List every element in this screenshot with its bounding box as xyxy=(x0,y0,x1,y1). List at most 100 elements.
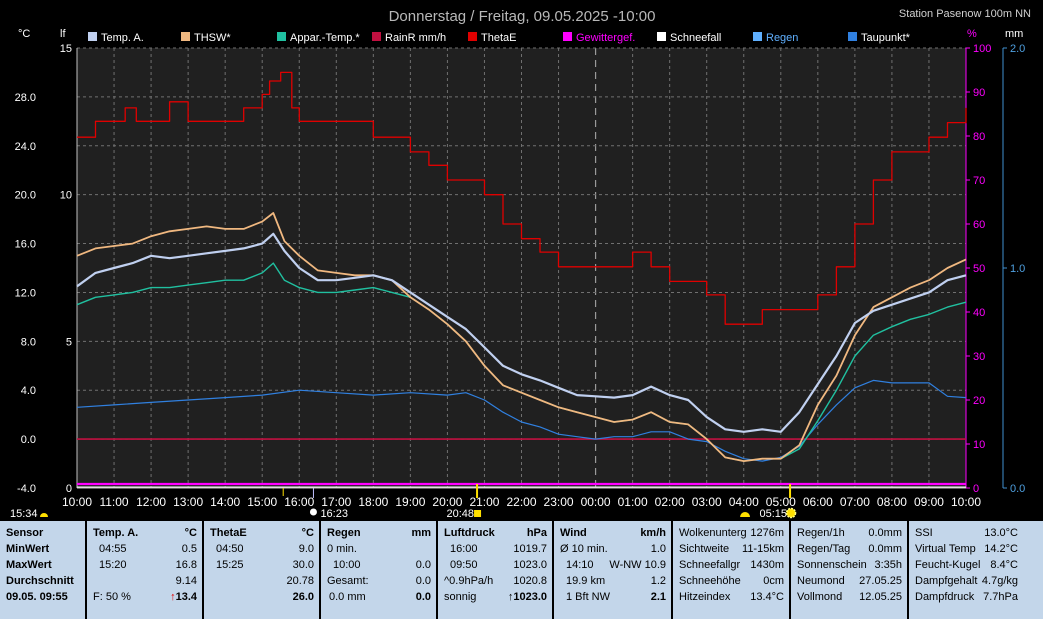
x-tick-14: 00:00 xyxy=(581,495,611,509)
axis-label-celsius: °C xyxy=(18,28,30,40)
temp-avg-value: 9.14 xyxy=(175,575,197,587)
snowline-value: 1430m xyxy=(750,559,784,571)
lf-tick-0: 15 xyxy=(60,43,72,55)
legend-swatch-2 xyxy=(277,32,286,41)
x-tick-1: 11:00 xyxy=(99,495,128,509)
vapor-content-value: 4.7g/kg xyxy=(981,575,1018,587)
wind-max-value: 10.9 xyxy=(644,559,666,571)
legend-label-1: THSW* xyxy=(194,32,231,44)
luftdruck-trend: ^0.9hPa/h xyxy=(444,575,494,587)
visibility-label: Sichtweite xyxy=(679,543,730,555)
thetae-min-value: 9.0 xyxy=(298,543,314,555)
legend-swatch-0 xyxy=(88,32,97,41)
legend-swatch-1 xyxy=(181,32,190,41)
legend-label-8: Taupunkt* xyxy=(861,32,911,44)
wind-header: Wind xyxy=(560,527,587,539)
lf-tick-1: 10 xyxy=(60,190,72,202)
percent-tick-9: 10 xyxy=(973,439,985,451)
regen-column: Regen mm 0 min. 10:00 0.0 Gesamt: 0.0 0.0 m… xyxy=(321,521,438,619)
percent-tick-6: 40 xyxy=(973,307,985,319)
chart-legend: Temp. A. THSW* Appar.-Temp.* RainR mm/h Thet… xyxy=(88,32,911,44)
x-tick-24: 10:00 xyxy=(951,495,981,509)
percent-tick-5: 50 xyxy=(973,263,985,275)
x-tick-18: 04:00 xyxy=(729,495,759,509)
wind-beaufort: 1 Bft NW xyxy=(566,591,611,603)
legend-swatch-8 xyxy=(848,32,857,41)
celsius-tick-5: 8.0 xyxy=(21,336,36,348)
x-tick-10: 20:00 xyxy=(432,495,462,509)
regen-total-label: Gesamt: xyxy=(327,575,369,587)
wind-unit: km/h xyxy=(640,527,666,539)
axis-label-percent: % xyxy=(967,28,977,40)
percent-tick-8: 20 xyxy=(973,395,985,407)
x-tick-4: 14:00 xyxy=(210,495,240,509)
wet-bulb-value: 8.4°C xyxy=(990,559,1018,571)
durchschnitt-label: Durchschnitt xyxy=(6,575,74,587)
luftdruck-column: Luftdruck hPa 16:00 1019.7 09:50 1023.0 ^0.… xyxy=(438,521,554,619)
legend-label-7: Regen xyxy=(766,32,798,44)
percent-tick-3: 70 xyxy=(973,175,985,187)
x-tick-22: 08:00 xyxy=(877,495,907,509)
new-moon-value: 27.05.25 xyxy=(859,575,902,587)
mm-tick-0: 2.0 xyxy=(1010,43,1025,55)
luftdruck-avg-value: 1020.8 xyxy=(513,575,547,587)
percent-tick-7: 30 xyxy=(973,351,985,363)
x-tick-2: 12:00 xyxy=(136,495,166,509)
rain-sun-column: Regen/1h 0.0mm Regen/Tag 0.0mm Sonnenschei… xyxy=(791,521,909,619)
legend-swatch-4 xyxy=(468,32,477,41)
station-label: Station Pasenow 100m NN xyxy=(899,8,1031,20)
regen-total-value: 0.0 xyxy=(415,575,431,587)
legend-swatch-6 xyxy=(657,32,666,41)
regen-time: 10:00 xyxy=(333,559,361,571)
wind-column: Wind km/h Ø 10 min. 1.0 14:10 W-NW 10.9 19.9… xyxy=(554,521,673,619)
full-moon-value: 12.05.25 xyxy=(859,591,902,603)
regen-header: Regen xyxy=(327,527,361,539)
rain-1h-label: Regen/1h xyxy=(797,527,845,539)
x-tick-13: 23:00 xyxy=(544,495,574,509)
luftdruck-forecast: sonnig xyxy=(444,591,477,603)
ssi-label: SSI xyxy=(915,527,933,539)
temp-unit: °C xyxy=(184,527,197,539)
wind-run-value: 1.2 xyxy=(650,575,666,587)
celsius-tick-4: 12.0 xyxy=(15,287,36,299)
regen-amount: 0.0 mm xyxy=(329,591,366,603)
chart-title: Donnerstag / Freitag, 09.05.2025 -10:00 xyxy=(389,8,656,25)
temp-max-time: 15:20 xyxy=(99,559,127,571)
x-tick-5: 15:00 xyxy=(247,495,277,509)
vapor-content-label: Dampfgehalt xyxy=(915,575,978,587)
regen-time-value: 0.0 xyxy=(415,559,431,571)
ssi-value: 13.0°C xyxy=(984,527,1018,539)
weather-chart: Donnerstag / Freitag, 09.05.2025 -10:00 … xyxy=(0,0,1043,520)
sensor-column: Sensor MinWert MaxWert Durchschnitt 09.0… xyxy=(0,521,87,619)
wind-run: 19.9 km xyxy=(566,575,606,587)
maxwert-label: MaxWert xyxy=(6,559,52,571)
misc-column: SSI 13.0°C Virtual Temp 14.2°C Feucht-Kuge… xyxy=(909,521,1023,619)
virtual-temp-label: Virtual Temp xyxy=(915,543,976,555)
luftdruck-current-value: 1023.0 xyxy=(513,591,547,603)
thetae-avg-value: 20.78 xyxy=(286,575,314,587)
mm-tick-2: 0.0 xyxy=(1010,483,1025,495)
luftdruck-min-value: 1019.7 xyxy=(513,543,547,555)
marker-time-2: 20:48 xyxy=(447,508,475,520)
legend-label-5: Gewittergef. xyxy=(576,32,635,44)
legend-label-3: RainR mm/h xyxy=(385,32,446,44)
luftdruck-max-value: 1023.0 xyxy=(513,559,547,571)
sunshine-value: 3:35h xyxy=(874,559,902,571)
marker-time-1: 16:23 xyxy=(320,508,348,520)
thetae-max-time: 15:25 xyxy=(216,559,244,571)
thetae-unit: °C xyxy=(301,527,314,539)
luftdruck-header: Luftdruck xyxy=(444,527,495,539)
temp-min-time: 04:55 xyxy=(99,543,127,555)
thetae-current-value: 26.0 xyxy=(292,591,314,603)
regen-current-value: 0.0 xyxy=(415,591,431,603)
temp-max-value: 16.8 xyxy=(175,559,197,571)
percent-tick-1: 90 xyxy=(973,87,985,99)
regen-unit: mm xyxy=(411,527,431,539)
celsius-tick-3: 16.0 xyxy=(15,239,36,251)
heat-index-value: 13.4°C xyxy=(750,591,784,603)
celsius-tick-0: 28.0 xyxy=(15,92,36,104)
temp-header: Temp. A. xyxy=(93,527,139,539)
thetae-avg-time xyxy=(210,573,286,589)
thetae-header: ThetaE xyxy=(210,527,247,539)
temp-avg-time xyxy=(93,573,176,589)
